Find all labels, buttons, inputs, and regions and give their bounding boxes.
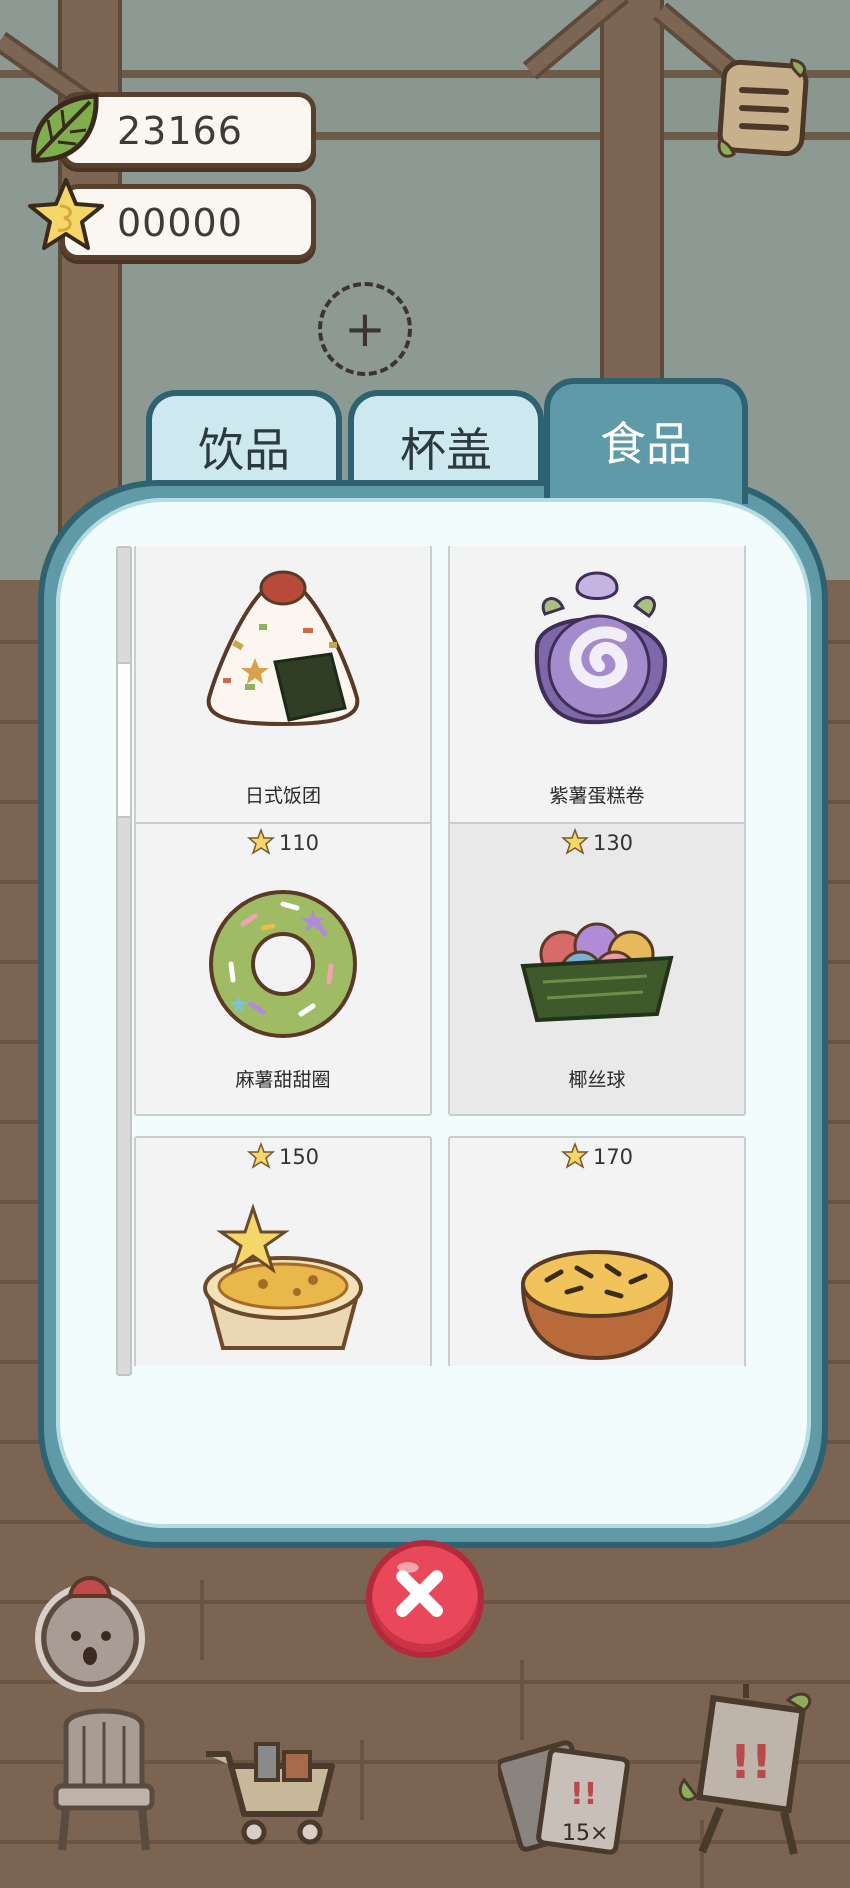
item-price: 130 — [450, 828, 744, 856]
event-board-icon[interactable]: !! — [676, 1680, 826, 1860]
item-name: 紫薯蛋糕卷 — [549, 785, 645, 807]
tab-label: 饮品 — [198, 423, 290, 477]
star-currency-icon — [246, 1142, 275, 1169]
card-pack-count: 15× — [562, 1821, 608, 1846]
svg-text:!!: !! — [570, 1777, 597, 1812]
item-name: 椰丝球 — [568, 1069, 626, 1091]
coconut-ball-icon — [520, 922, 674, 1023]
star-currency-icon — [560, 828, 589, 855]
shopping-cart-icon[interactable] — [200, 1736, 340, 1846]
item-price: 170 — [450, 1142, 744, 1170]
item-card-purple-cake-roll[interactable]: 紫薯蛋糕卷 — [448, 546, 746, 832]
plus-icon: + — [344, 300, 386, 358]
chair-icon[interactable] — [44, 1706, 164, 1856]
card-pack-icon[interactable]: !! 15× — [498, 1730, 634, 1856]
item-name: 日式饭团 — [244, 785, 321, 807]
item-price-value: 110 — [278, 831, 320, 855]
egg-tart-icon — [203, 1203, 363, 1350]
star-count: 00000 — [117, 201, 243, 245]
leaf-count: 23166 — [117, 109, 243, 153]
item-card-mochi-donut[interactable]: 110 麻薯甜甜圈 — [134, 822, 432, 1116]
add-slot-button[interactable]: + — [318, 282, 412, 376]
purple-cake-roll-icon — [534, 571, 668, 725]
item-card-egg-tart[interactable]: 150 — [134, 1136, 432, 1366]
star-currency-icon — [560, 1142, 589, 1169]
item-price-value: 170 — [592, 1145, 634, 1169]
scrollbar-thumb[interactable] — [116, 662, 132, 818]
svg-text:!!: !! — [730, 1735, 772, 1789]
tab-label: 食品 — [600, 417, 692, 471]
onigiri-icon — [206, 570, 360, 727]
item-grid: 日式饭团 紫薯蛋糕卷 110 麻薯甜甜圈 130 椰丝球 150 170 — [132, 546, 752, 1366]
item-card-onigiri[interactable]: 日式饭团 — [134, 546, 432, 832]
item-card-coconut-ball[interactable]: 130 椰丝球 — [448, 822, 746, 1116]
customer-icon[interactable] — [30, 1552, 148, 1692]
close-icon — [396, 1562, 443, 1617]
tab-label: 杯盖 — [400, 423, 492, 477]
item-price: 150 — [136, 1142, 430, 1170]
item-price: 110 — [136, 828, 430, 856]
tab-food[interactable]: 食品 — [544, 378, 748, 504]
item-card-baked-potato[interactable]: 170 — [448, 1136, 746, 1366]
mochi-donut-icon — [209, 890, 357, 1038]
star-currency-icon — [246, 828, 275, 855]
menu-list-icon[interactable] — [716, 58, 812, 162]
star-currency-icon — [28, 178, 104, 250]
leaf-currency-icon — [31, 93, 99, 163]
close-button[interactable] — [366, 1540, 484, 1658]
item-name: 麻薯甜甜圈 — [235, 1069, 331, 1091]
baked-potato-icon — [520, 1250, 674, 1361]
item-price-value: 150 — [278, 1145, 320, 1169]
item-price-value: 130 — [592, 831, 634, 855]
